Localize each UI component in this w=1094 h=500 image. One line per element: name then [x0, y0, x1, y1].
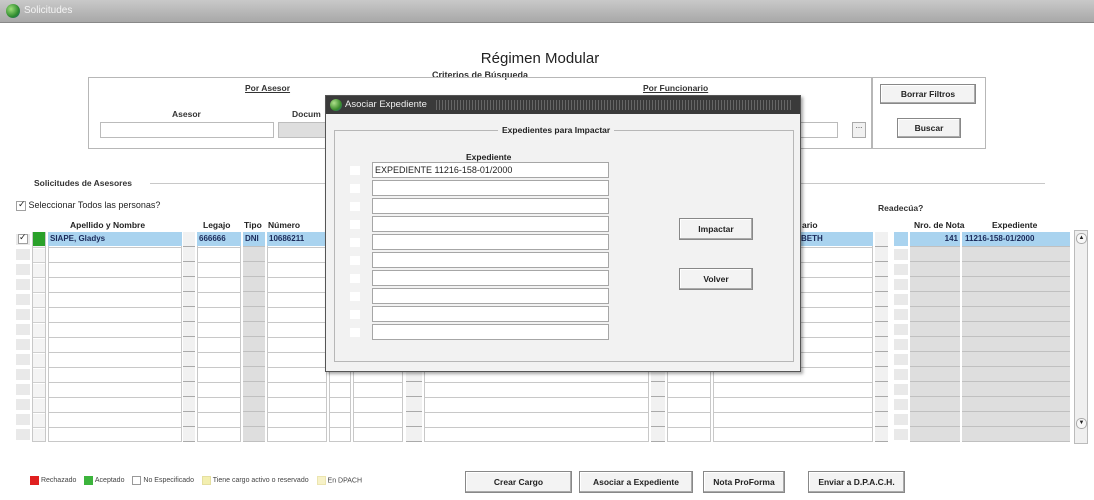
funcionario-lookup-button[interactable]: ...: [852, 122, 866, 138]
expediente-column: [962, 232, 1070, 442]
col-expediente: Expediente: [992, 220, 1038, 230]
funcionario-input[interactable]: [798, 122, 838, 138]
legend-en-dpach-swatch: [316, 476, 326, 485]
volver-button[interactable]: Volver: [679, 268, 753, 290]
legend-rechazado: Rechazado: [40, 477, 77, 485]
page-title: Régimen Modular: [480, 50, 600, 67]
asesor-input[interactable]: [100, 122, 274, 138]
expediente-row-3[interactable]: [372, 198, 609, 214]
table-scrollbar[interactable]: ▲ ▼: [1074, 230, 1088, 444]
window-title: Solicitudes: [24, 5, 73, 16]
expediente-list: EXPEDIENTE 11216-158-01/2000: [350, 162, 612, 342]
title-bar-pattern: [436, 100, 791, 110]
expediente-row-1[interactable]: EXPEDIENTE 11216-158-01/2000: [372, 162, 609, 178]
funcionario-lookup-column[interactable]: [875, 232, 888, 442]
nota-proforma-button[interactable]: Nota ProForma: [703, 471, 785, 493]
row-checkbox-column[interactable]: [16, 232, 30, 442]
row-tipo: DNI: [243, 232, 265, 246]
section-title: Solicitudes de Asesores: [34, 178, 132, 188]
tipo-column: [243, 232, 265, 442]
col-nro-nota: Nro. de Nota: [914, 220, 965, 230]
legend-aceptado-swatch: [84, 476, 94, 485]
row-numero: 10686211: [267, 232, 327, 246]
por-asesor-heading: Por Asesor: [245, 83, 291, 93]
crear-cargo-button[interactable]: Crear Cargo: [465, 471, 572, 493]
documento-input[interactable]: [278, 122, 328, 138]
expediente-row-8[interactable]: [372, 288, 609, 304]
row-readecua[interactable]: [894, 232, 908, 246]
expediente-row-5[interactable]: [372, 234, 609, 250]
row-checkbox-checked[interactable]: ✓: [18, 232, 28, 244]
readecua-label: Readecúa?: [878, 203, 924, 213]
col-funcionario: ario: [802, 220, 818, 230]
expediente-row-7[interactable]: [372, 270, 609, 286]
status-legend: Rechazado Aceptado No Especificado Tiene…: [30, 476, 362, 485]
row-legajo: 666666: [197, 232, 241, 246]
por-funcionario-heading: Por Funcionario: [643, 83, 709, 93]
row-expediente: 11216-158-01/2000: [962, 232, 1070, 246]
legend-cargo-activo-swatch: [201, 476, 211, 485]
dialog-title-bar: Asociar Expediente: [326, 96, 800, 114]
legend-aceptado: Aceptado: [94, 477, 125, 485]
documento-label: Docum: [292, 109, 321, 119]
select-all-label: Seleccionar Todos las personas?: [28, 200, 161, 210]
status-accepted-swatch: [33, 232, 45, 246]
dialog-title: Asociar Expediente: [345, 99, 427, 110]
asesor-label: Asesor: [172, 109, 201, 119]
readecua-checkbox-column[interactable]: [894, 232, 908, 442]
enviar-dpach-button[interactable]: Enviar a D.P.A.C.H.: [808, 471, 905, 493]
window-title-bar: Solicitudes: [0, 0, 1094, 23]
status-column: [32, 232, 46, 442]
section-divider-right: [800, 183, 1045, 184]
legend-en-dpach: En DPACH: [327, 477, 363, 485]
borrar-filtros-button[interactable]: Borrar Filtros: [880, 84, 976, 104]
apellido-column: [48, 232, 182, 442]
section-divider: [150, 183, 330, 184]
col-legajo: Legajo: [203, 220, 231, 230]
select-all-row[interactable]: ✓ Seleccionar Todos las personas?: [16, 198, 161, 211]
buscar-button[interactable]: Buscar: [897, 118, 961, 138]
numero-column: [267, 232, 327, 442]
dialog-app-icon: [330, 99, 342, 111]
legend-no-especificado: No Especificado: [143, 477, 194, 485]
expediente-column-header: Expediente: [466, 152, 512, 162]
expediente-row-4[interactable]: [372, 216, 609, 232]
legajo-column: [197, 232, 241, 442]
impactar-button[interactable]: Impactar: [679, 218, 753, 240]
legend-no-especificado-swatch: [132, 476, 142, 485]
asociar-expediente-dialog: Asociar Expediente Expedientes para Impa…: [325, 95, 801, 372]
scroll-down-icon[interactable]: ▼: [1076, 418, 1087, 429]
expedientes-frame-title: Expedientes para Impactar: [498, 125, 615, 135]
select-all-checkbox[interactable]: ✓: [16, 198, 26, 211]
expediente-row-9[interactable]: [372, 306, 609, 322]
row-apellido: SIAPE, Gladys: [48, 232, 182, 246]
apellido-lookup-column[interactable]: [183, 232, 195, 442]
legend-rechazado-swatch: [30, 476, 39, 485]
app-icon: [6, 4, 20, 18]
nro-nota-column: [910, 232, 960, 442]
legend-cargo-activo: Tiene cargo activo o reservado: [212, 477, 309, 485]
col-apellido: Apellido y Nombre: [70, 220, 146, 230]
expediente-row-6[interactable]: [372, 252, 609, 268]
scroll-up-icon[interactable]: ▲: [1076, 233, 1087, 244]
col-numero: Número: [268, 220, 301, 230]
expediente-row-10[interactable]: [372, 324, 609, 340]
asociar-expediente-button[interactable]: Asociar a Expediente: [579, 471, 693, 493]
expediente-row-2[interactable]: [372, 180, 609, 196]
check-mark-icon: ✓: [19, 232, 27, 242]
check-mark-icon: ✓: [18, 198, 26, 209]
expediente-checkbox-column[interactable]: [350, 164, 360, 342]
row-nro-nota: 141: [910, 232, 960, 246]
col-tipo: Tipo: [244, 220, 262, 230]
